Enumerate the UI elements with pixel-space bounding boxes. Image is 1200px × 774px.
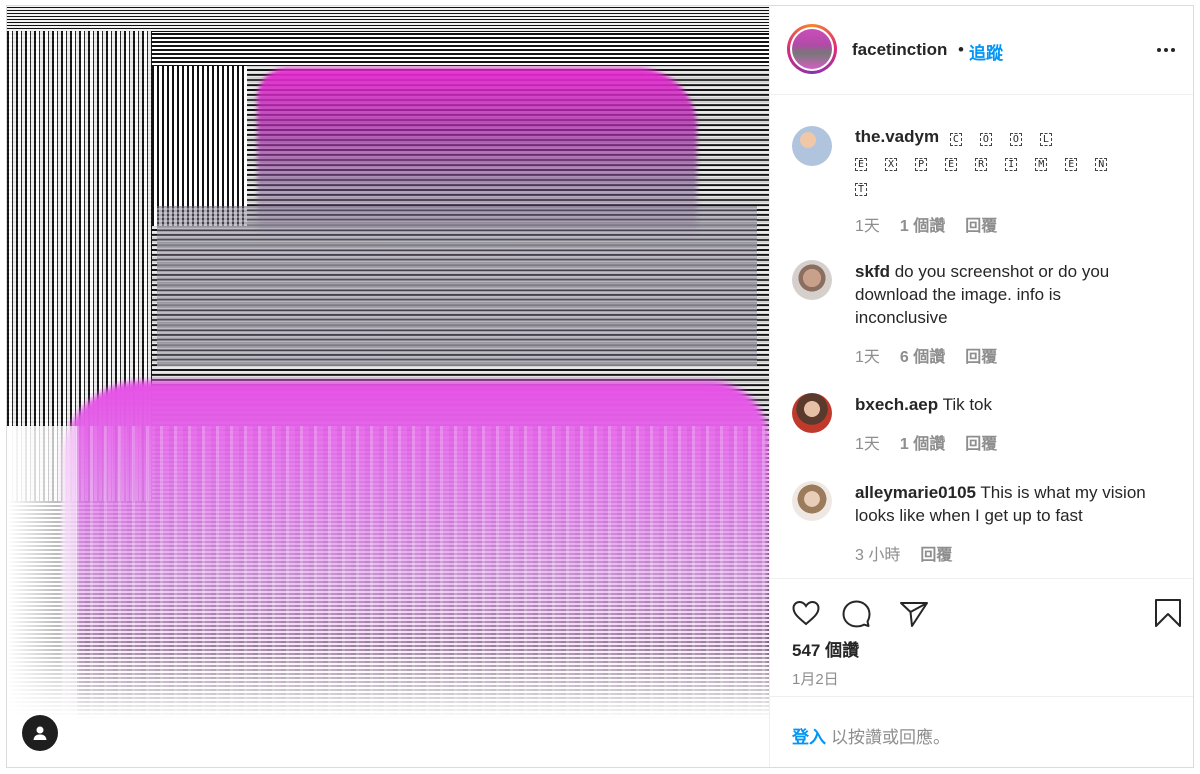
- comment-likes[interactable]: 1 個讚: [900, 212, 945, 236]
- comment-likes[interactable]: 1 個讚: [900, 430, 945, 454]
- share-icon[interactable]: [898, 597, 930, 629]
- comment-time[interactable]: 1天: [855, 212, 880, 236]
- comment-text: do you screenshot or do you download the…: [855, 262, 1110, 327]
- comment-text: Tik tok: [942, 395, 993, 414]
- heart-icon[interactable]: [790, 597, 822, 629]
- post-date[interactable]: 1月2日: [792, 668, 839, 689]
- user-tag-icon[interactable]: [22, 715, 58, 751]
- reply-button[interactable]: 回覆: [965, 343, 997, 367]
- comment-time[interactable]: 3 小時: [855, 541, 900, 565]
- commenter-avatar[interactable]: [792, 481, 832, 521]
- comment-likes[interactable]: 6 個讚: [900, 343, 945, 367]
- reply-button[interactable]: 回覆: [965, 212, 997, 236]
- comment-body: skfd do you screenshot or do you downloa…: [855, 260, 1155, 329]
- white-bottom-fade: [7, 646, 769, 767]
- comment-body: the.vadym COOL EXPERIMEN T: [855, 125, 1155, 200]
- commenter-username[interactable]: bxech.aep: [855, 395, 938, 414]
- comment-meta: 1天 1 個讚 回覆: [855, 212, 997, 236]
- commenter-avatar[interactable]: [792, 260, 832, 300]
- comment-icon[interactable]: [840, 597, 872, 629]
- likes-count[interactable]: 547 個讚: [792, 636, 859, 661]
- follow-button[interactable]: 追蹤: [969, 39, 1003, 64]
- post-frame: facetinction • 追蹤 the.vadym COOL E X P E…: [6, 5, 1194, 768]
- reply-button[interactable]: 回覆: [965, 430, 997, 454]
- side-panel: facetinction • 追蹤 the.vadym COOL E X P E…: [769, 6, 1193, 767]
- login-prompt: 登入 以按讚或回應。: [770, 696, 1193, 767]
- magenta-shape: [257, 68, 697, 238]
- glitch-top-band: [7, 6, 769, 32]
- post-header: facetinction • 追蹤: [770, 6, 1193, 95]
- commenter-avatar[interactable]: [792, 126, 832, 166]
- bookmark-icon[interactable]: [1152, 597, 1184, 629]
- commenter-username[interactable]: skfd: [855, 262, 890, 281]
- comment-body: bxech.aep Tik tok: [855, 393, 1155, 416]
- comment-time[interactable]: 1天: [855, 343, 880, 367]
- comment-time[interactable]: 1天: [855, 430, 880, 454]
- action-bar: 547 個讚 1月2日: [770, 578, 1193, 696]
- author-username[interactable]: facetinction: [852, 40, 947, 60]
- separator-dot: •: [958, 40, 964, 59]
- comment-list: the.vadym COOL EXPERIMEN T 1天 1 個讚 回覆 sk…: [770, 96, 1193, 576]
- author-avatar[interactable]: [787, 24, 837, 74]
- commenter-username[interactable]: the.vadym: [855, 127, 939, 146]
- login-prompt-text: 以按讚或回應。: [831, 728, 950, 747]
- login-link[interactable]: 登入: [792, 723, 826, 748]
- comment-meta: 1天 6 個讚 回覆: [855, 343, 997, 367]
- comment-meta: 1天 1 個讚 回覆: [855, 430, 997, 454]
- commenter-username[interactable]: alleymarie0105: [855, 483, 976, 502]
- comment-meta: 3 小時 回覆: [855, 541, 952, 565]
- glitch-inner-stripes: [152, 66, 247, 226]
- post-image[interactable]: [7, 6, 769, 767]
- reply-button[interactable]: 回覆: [920, 541, 952, 565]
- comment-body: alleymarie0105 This is what my vision lo…: [855, 481, 1155, 527]
- more-horizontal-icon[interactable]: [1154, 38, 1178, 62]
- commenter-avatar[interactable]: [792, 393, 832, 433]
